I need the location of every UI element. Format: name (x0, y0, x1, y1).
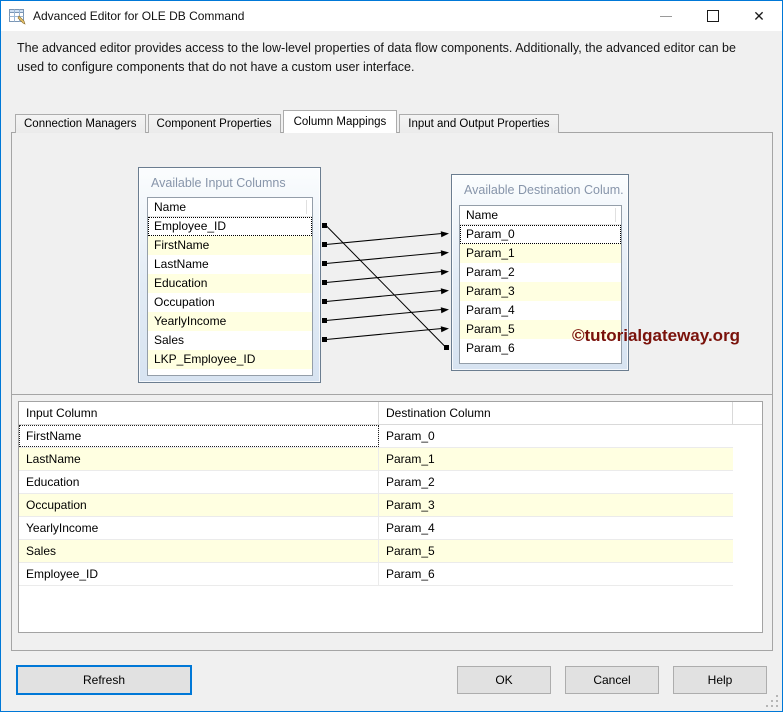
list-item[interactable]: LKP_Employee_ID (148, 350, 312, 369)
list-item[interactable]: Param_0 (460, 225, 621, 244)
input-column-header[interactable]: Input Column (19, 402, 379, 424)
destination-column-cell[interactable]: Param_3 (379, 494, 732, 516)
table-row[interactable]: Sales Param_5 (19, 540, 733, 563)
destination-box-title: Available Destination Colum... (464, 183, 624, 197)
destination-column-cell[interactable]: Param_1 (379, 448, 732, 470)
close-icon: ✕ (753, 8, 765, 24)
window-title: Advanced Editor for OLE DB Command (33, 9, 245, 23)
resize-grip-icon[interactable] (766, 695, 779, 708)
table-row[interactable]: Employee_ID Param_6 (19, 563, 733, 586)
table-row[interactable]: YearlyIncome Param_4 (19, 517, 733, 540)
list-item[interactable]: Sales (148, 331, 312, 350)
table-row[interactable]: FirstName Param_0 (19, 425, 733, 448)
input-columns-header: Name (148, 198, 312, 217)
input-box-title: Available Input Columns (151, 176, 286, 190)
list-item[interactable]: Occupation (148, 293, 312, 312)
list-item[interactable]: Param_4 (460, 301, 621, 320)
list-item[interactable]: LastName (148, 255, 312, 274)
watermark-text: ©tutorialgateway.org (572, 326, 741, 345)
destination-column-cell[interactable]: Param_5 (379, 540, 732, 562)
list-item[interactable]: Param_3 (460, 282, 621, 301)
input-column-cell[interactable]: YearlyIncome (19, 517, 379, 539)
tab-connection-managers[interactable]: Connection Managers (15, 114, 146, 133)
input-columns-listbox: Name Employee_ID FirstName LastName Educati… (147, 197, 313, 376)
destination-column-cell[interactable]: Param_2 (379, 471, 732, 493)
input-column-cell[interactable]: Employee_ID (19, 563, 379, 585)
destination-column-header[interactable]: Destination Column (379, 402, 733, 424)
destination-column-cell[interactable]: Param_4 (379, 517, 732, 539)
ok-button[interactable]: OK (457, 666, 551, 694)
mapping-table-body: FirstName Param_0 LastName Param_1 Education… (19, 425, 762, 586)
available-input-columns-box: Available Input Columns Name Employee_ID… (138, 167, 321, 383)
advanced-editor-window: Advanced Editor for OLE DB Command ✕ The… (0, 0, 783, 712)
input-columns-list: Employee_ID FirstName LastName Education Occ… (148, 217, 312, 369)
refresh-button[interactable]: Refresh (16, 665, 192, 695)
maximize-icon (707, 10, 719, 22)
dialog-description: The advanced editor provides access to t… (17, 41, 736, 74)
table-row[interactable]: LastName Param_1 (19, 448, 733, 471)
tab-column-mappings[interactable]: Column Mappings (282, 110, 398, 133)
input-column-cell[interactable]: LastName (19, 448, 379, 470)
list-item[interactable]: Param_2 (460, 263, 621, 282)
help-button[interactable]: Help (673, 666, 767, 694)
input-column-cell[interactable]: FirstName (19, 425, 379, 447)
input-column-cell[interactable]: Occupation (19, 494, 379, 516)
list-item[interactable]: FirstName (148, 236, 312, 255)
destination-columns-header: Name (460, 206, 621, 225)
header-filler (733, 402, 762, 424)
input-column-cell[interactable]: Sales (19, 540, 379, 562)
table-row[interactable]: Occupation Param_3 (19, 494, 733, 517)
tab-input-and-output-properties[interactable]: Input and Output Properties (399, 114, 559, 133)
table-row[interactable]: Education Param_2 (19, 471, 733, 494)
list-item[interactable]: Education (148, 274, 312, 293)
table-edit-icon (9, 9, 26, 25)
mapping-table: Input Column Destination Column FirstNam… (18, 401, 763, 633)
list-item[interactable]: Param_1 (460, 244, 621, 263)
mapping-area-divider (11, 394, 773, 395)
list-item[interactable]: Employee_ID (148, 217, 312, 236)
cancel-button[interactable]: Cancel (565, 666, 659, 694)
destination-column-cell[interactable]: Param_6 (379, 563, 732, 585)
tab-bar: Connection Managers Component Properties C… (15, 110, 561, 133)
title-bar: Advanced Editor for OLE DB Command ✕ (1, 1, 782, 31)
maximize-button[interactable] (693, 1, 733, 31)
list-item[interactable]: YearlyIncome (148, 312, 312, 331)
mapping-table-header: Input Column Destination Column (19, 402, 762, 425)
minimize-icon (660, 16, 672, 17)
tab-component-properties[interactable]: Component Properties (147, 114, 281, 133)
input-column-cell[interactable]: Education (19, 471, 379, 493)
destination-column-cell[interactable]: Param_0 (379, 425, 732, 447)
close-button[interactable]: ✕ (739, 1, 779, 31)
minimize-button[interactable] (646, 1, 686, 31)
